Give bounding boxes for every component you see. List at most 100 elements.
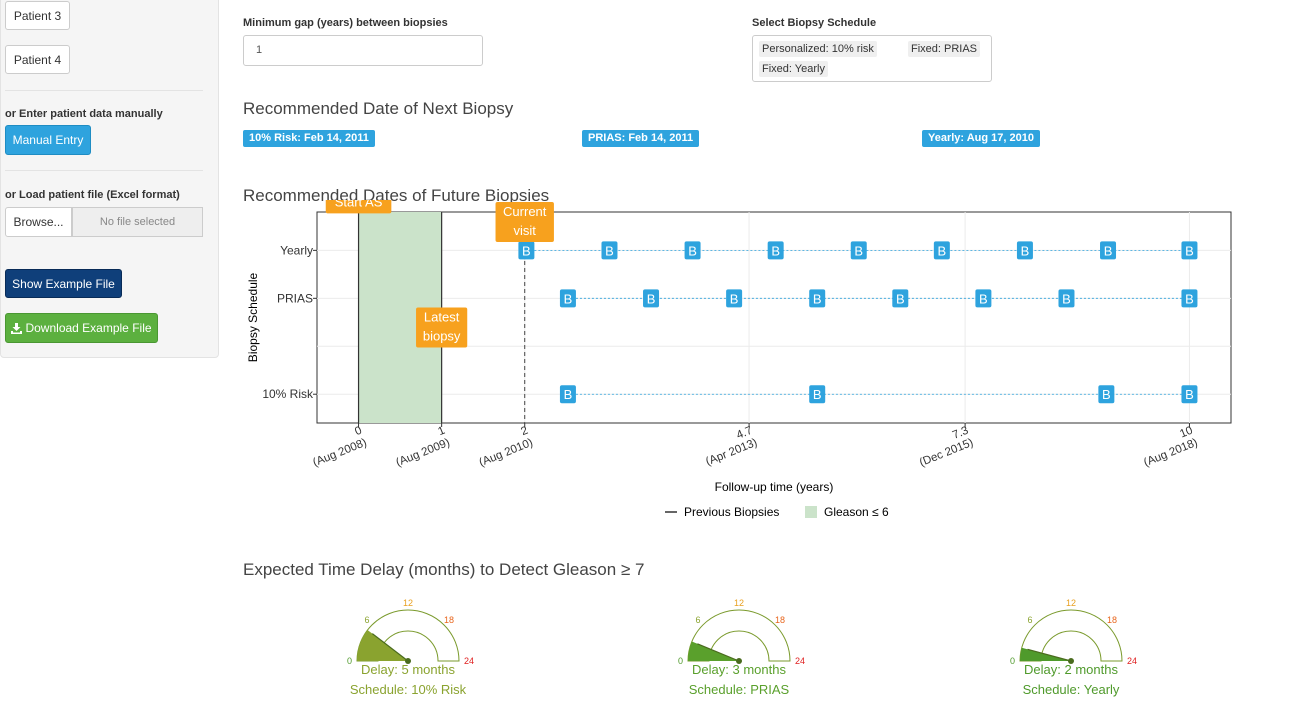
gauge-schedule-text: Schedule: Yearly [1023, 682, 1120, 697]
gauge-tick-label: 18 [1107, 615, 1117, 625]
schedule-chip[interactable]: Fixed: PRIAS [908, 41, 981, 57]
biopsy-marker-label: B [1185, 291, 1194, 306]
schedule-select[interactable]: Personalized: 10% risk Fixed: PRIAS Fixe… [752, 35, 992, 82]
biopsy-marker-label: B [647, 291, 656, 306]
biopsy-marker-label: B [688, 243, 697, 258]
gauge-tick-label: 6 [695, 615, 700, 625]
biopsy-marker: B [1181, 289, 1198, 308]
y-axis-label: Biopsy Schedule [246, 272, 260, 362]
biopsy-marker-label: B [979, 291, 988, 306]
biopsy-marker: B [1016, 241, 1033, 260]
biopsy-marker: B [850, 241, 867, 260]
annotation-label: Start AS [325, 200, 392, 214]
x-tick-date: (Dec 2015) [918, 437, 975, 470]
annotation-label: Current visit [495, 202, 554, 242]
legend-previous-biopsies-label: Previous Biopsies [684, 505, 779, 519]
x-tick-label-group: 1(Aug 2009) [394, 425, 451, 470]
delay-gauge: 0 6 12 18 24 Delay: 5 months Schedule: 10% Ris… [347, 598, 474, 697]
gauge-tick-label: 0 [1010, 656, 1015, 666]
biopsy-marker-label: B [1102, 387, 1111, 402]
biopsy-marker: B [643, 289, 660, 308]
x-tick-label-group: 4.7(Apr 2013) [704, 425, 759, 469]
biopsy-marker: B [1058, 289, 1075, 308]
delay-gauge: 0 6 12 18 24 Delay: 3 months Schedule: PRIAS [678, 598, 805, 697]
biopsy-marker: B [684, 241, 701, 260]
gauge-tick-label: 18 [444, 615, 454, 625]
biopsy-marker: B [726, 289, 743, 308]
biopsy-marker-label: B [1062, 291, 1071, 306]
biopsy-marker: B [809, 385, 826, 404]
biopsy-marker-label: B [564, 387, 573, 402]
biopsy-marker: B [1098, 385, 1115, 404]
gauge-tick-label: 24 [1127, 656, 1137, 666]
legend-gleason-key [805, 506, 817, 518]
biopsy-marker-label: B [522, 243, 531, 258]
delay-title: Expected Time Delay (months) to Detect G… [243, 560, 645, 579]
gauge-tick-label: 6 [1027, 615, 1032, 625]
x-tick-label: 0 [353, 425, 363, 439]
x-tick-date: (Aug 2008) [311, 437, 368, 470]
biopsy-marker: B [933, 241, 950, 260]
x-tick-date: (Aug 2010) [477, 437, 534, 470]
biopsy-marker: B [1100, 241, 1117, 260]
patient-4-button[interactable]: Patient 4 [5, 45, 70, 74]
biopsy-marker: B [559, 289, 576, 308]
biopsy-marker: B [892, 289, 909, 308]
gauge-tick-label: 12 [403, 598, 413, 608]
biopsy-marker-label: B [771, 243, 780, 258]
manual-entry-button[interactable]: Manual Entry [5, 125, 91, 155]
x-tick-date: (Apr 2013) [704, 437, 759, 469]
biopsy-marker-label: B [564, 291, 573, 306]
gauge-tick-label: 0 [678, 656, 683, 666]
gauge-delay-text: Delay: 2 months [1024, 662, 1118, 677]
biopsy-marker: B [1181, 385, 1198, 404]
biopsy-marker: B [767, 241, 784, 260]
annotation-text: visit [514, 223, 537, 238]
biopsy-marker-label: B [1185, 387, 1194, 402]
biopsy-marker-label: B [1104, 243, 1113, 258]
biopsy-marker: B [975, 289, 992, 308]
next-biopsy-prias: PRIAS: Feb 14, 2011 [582, 130, 700, 147]
gauge-tick-label: 24 [464, 656, 474, 666]
biopsy-marker-label: B [938, 243, 947, 258]
gauge-fill [357, 629, 408, 661]
gauge-schedule-text: Schedule: PRIAS [689, 682, 790, 697]
annotation-label: Latest biopsy [416, 307, 468, 348]
sidebar-divider [5, 170, 203, 171]
x-tick-date: (Aug 2009) [394, 437, 451, 470]
schedule-chip[interactable]: Personalized: 10% risk [759, 41, 877, 57]
patient-3-button[interactable]: Patient 3 [5, 1, 70, 30]
next-biopsy-yearly: Yearly: Aug 17, 2010 [922, 130, 1040, 147]
biopsy-marker: B [809, 289, 826, 308]
biopsy-marker-label: B [730, 291, 739, 306]
gauge-delay-text: Delay: 3 months [692, 662, 786, 677]
annotation-text: Current [503, 204, 547, 219]
biopsy-marker: B [601, 241, 618, 260]
x-tick-label-group: 0(Aug 2008) [311, 425, 368, 470]
x-tick-label: 2 [519, 425, 529, 439]
biopsy-marker: B [518, 241, 535, 260]
annotation-text: Start AS [335, 200, 383, 209]
biopsy-marker-label: B [854, 243, 863, 258]
annotation-text: Latest [424, 310, 460, 325]
y-tick-label: Yearly [280, 243, 313, 257]
x-tick-date: (Aug 2018) [1142, 437, 1199, 470]
delay-gauge: 0 6 12 18 24 Delay: 2 months Schedule: Yearly [1010, 598, 1137, 697]
gauge-tick-label: 0 [347, 656, 352, 666]
biopsy-marker-label: B [813, 387, 822, 402]
schedule-chip[interactable]: Fixed: Yearly [759, 61, 828, 77]
gauge-tick-label: 12 [734, 598, 744, 608]
gauge-tick-label: 18 [775, 615, 785, 625]
gauge-tick-label: 12 [1066, 598, 1076, 608]
legend-gleason-label: Gleason ≤ 6 [824, 505, 889, 519]
gauge-delay-text: Delay: 5 months [361, 662, 455, 677]
gauge-tick-label: 24 [795, 656, 805, 666]
next-biopsy-title: Recommended Date of Next Biopsy [243, 99, 514, 118]
annotation-text: biopsy [423, 329, 461, 344]
min-gap-label: Minimum gap (years) between biopsies [243, 17, 448, 29]
min-gap-input[interactable]: 1 [243, 35, 483, 66]
biopsy-marker-label: B [1021, 243, 1030, 258]
sidebar-divider [5, 90, 203, 91]
y-tick-label: PRIAS [277, 291, 313, 305]
y-tick-label: 10% Risk [262, 387, 314, 401]
